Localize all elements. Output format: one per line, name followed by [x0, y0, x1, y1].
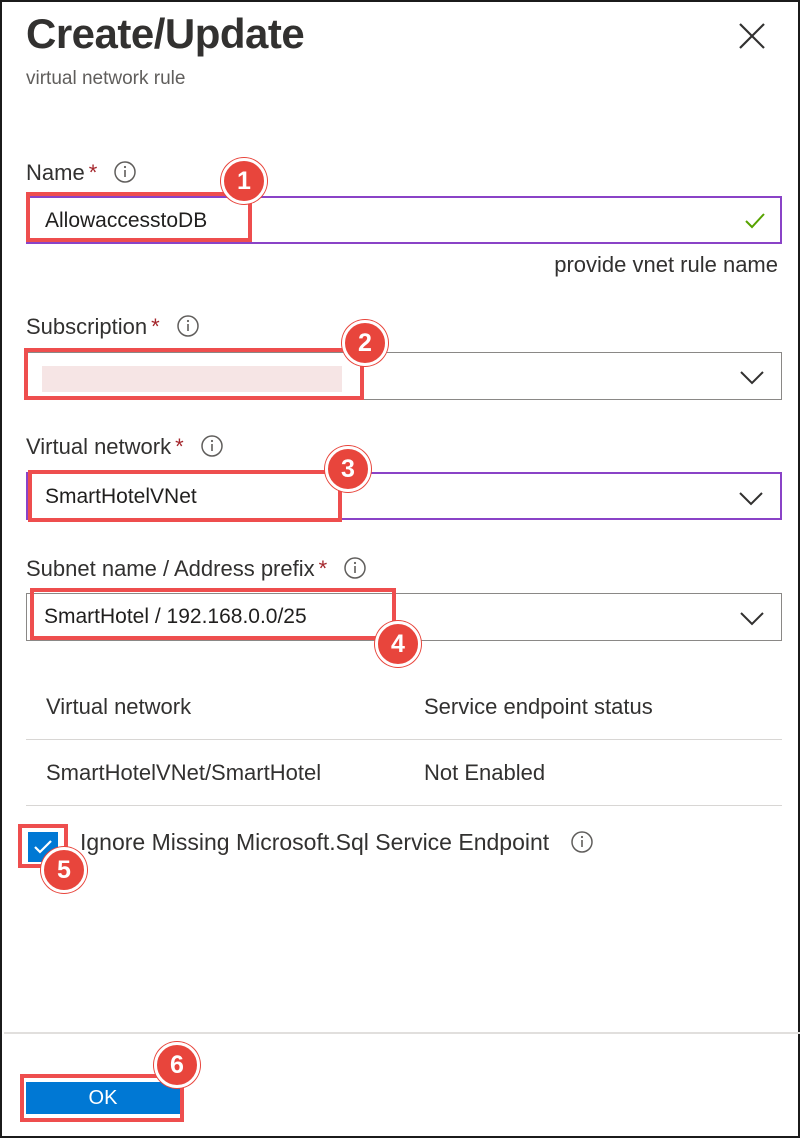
callout-badge: 2: [342, 320, 388, 366]
subscription-label: Subscription *: [26, 314, 200, 340]
info-icon[interactable]: [570, 830, 594, 854]
callout-badge: 3: [325, 446, 371, 492]
dialog-panel: Create/Update virtual network rule Name *…: [0, 0, 800, 1138]
chevron-down-icon: [739, 492, 763, 506]
name-label: Name *: [26, 160, 137, 186]
table-cell: SmartHotelVNet/SmartHotel: [46, 760, 322, 785]
required-mark: *: [88, 160, 98, 185]
close-icon[interactable]: [732, 16, 772, 56]
footer-divider: [4, 1032, 800, 1034]
redacted-subscription-value: [42, 366, 342, 392]
subnet-label: Subnet name / Address prefix *: [26, 556, 367, 582]
required-mark: *: [151, 314, 160, 339]
chevron-down-icon: [740, 612, 764, 626]
chevron-down-icon: [740, 371, 764, 385]
name-hint: provide vnet rule name: [554, 252, 778, 277]
callout-badge: 4: [375, 621, 421, 667]
info-icon[interactable]: [176, 314, 200, 338]
page-title: Create/Update: [26, 10, 305, 57]
table-row: SmartHotelVNet/SmartHotel Not Enabled: [26, 740, 782, 806]
virtual-network-label: Virtual network *: [26, 434, 224, 460]
required-mark: *: [175, 434, 184, 459]
callout-badge: 6: [154, 1042, 200, 1088]
table-cell: Not Enabled: [424, 760, 546, 785]
table-header-row: Virtual network Service endpoint status: [26, 674, 782, 740]
page-subtitle: virtual network rule: [26, 68, 186, 89]
info-icon[interactable]: [343, 556, 367, 580]
ignore-missing-label: Ignore Missing Microsoft.Sql Service End…: [80, 829, 594, 856]
column-header: Service endpoint status: [424, 694, 653, 719]
callout-badge: 1: [221, 158, 267, 204]
close-button[interactable]: [732, 16, 772, 56]
column-header: Virtual network: [46, 694, 192, 719]
info-icon[interactable]: [113, 160, 137, 184]
name-input[interactable]: AllowaccesstoDB: [26, 196, 782, 244]
required-mark: *: [318, 556, 328, 581]
ok-button[interactable]: OK: [26, 1082, 180, 1114]
virtual-network-dropdown[interactable]: SmartHotelVNet: [26, 472, 782, 520]
callout-badge: 5: [41, 847, 87, 893]
checkmark-icon: [745, 213, 765, 229]
info-icon[interactable]: [200, 434, 224, 458]
